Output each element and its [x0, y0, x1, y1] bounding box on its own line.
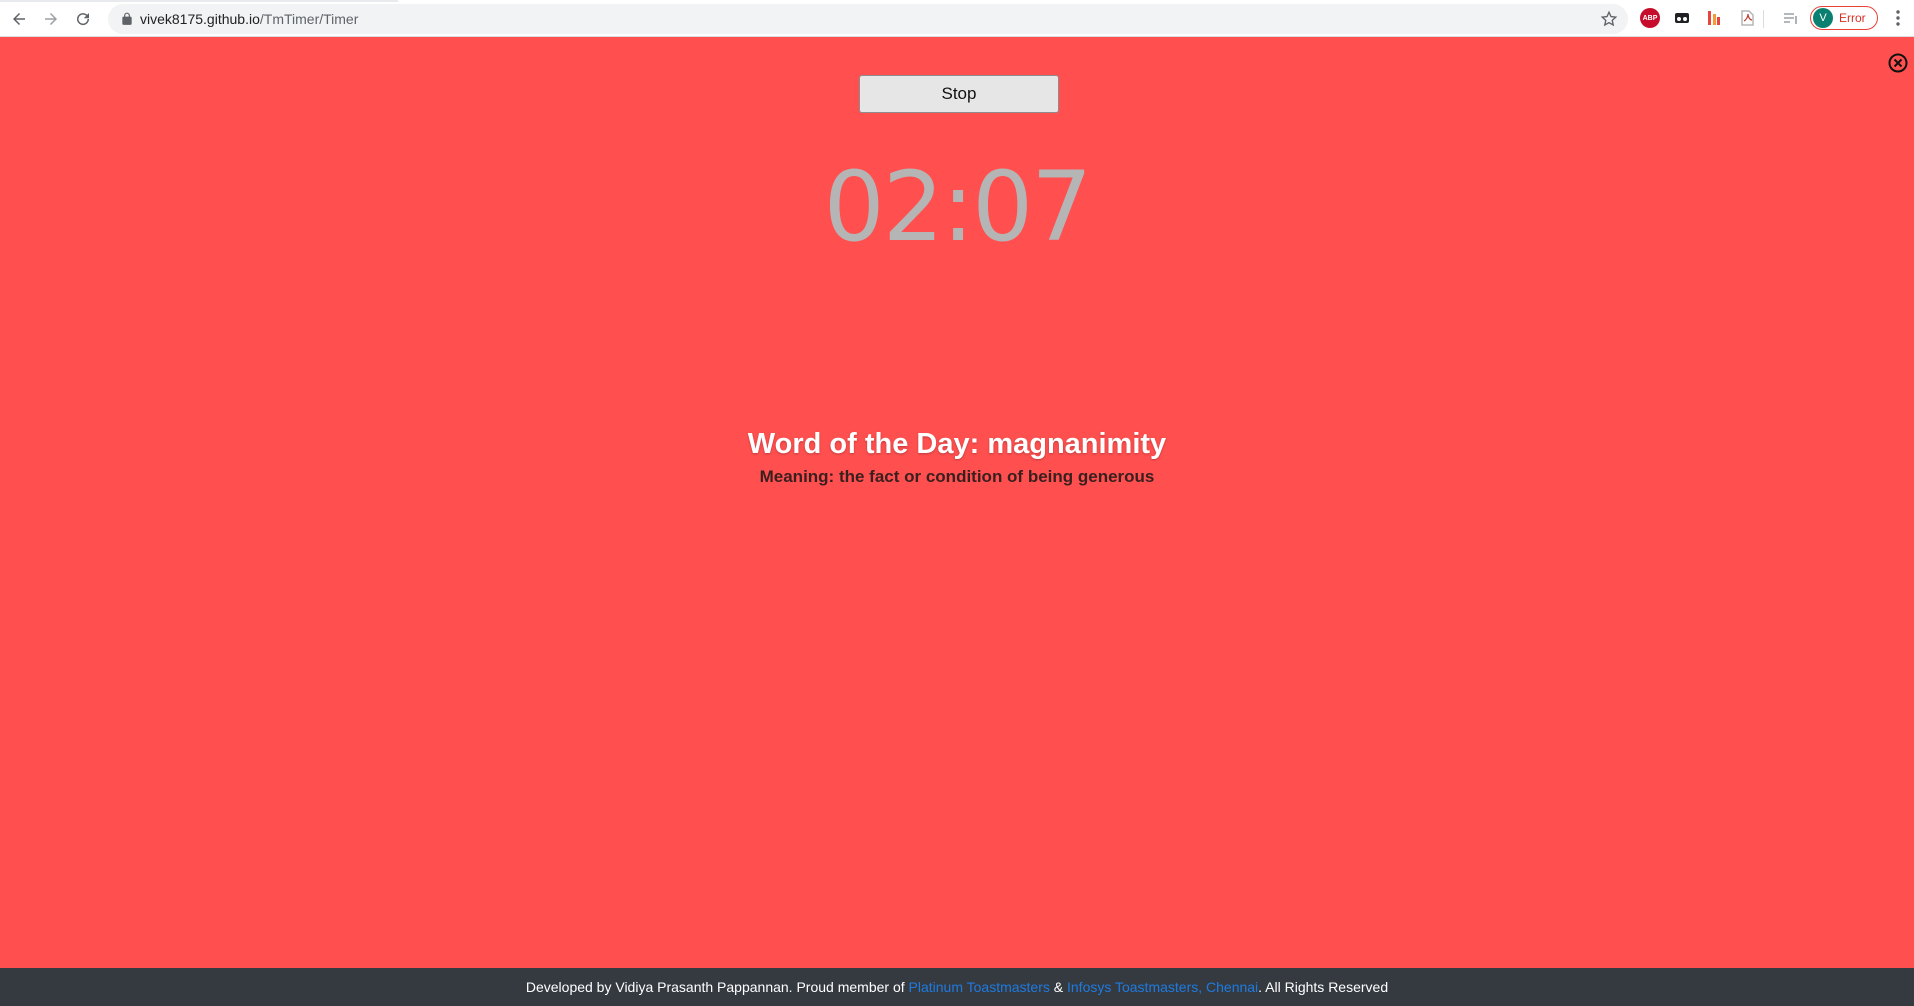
infosys-toastmasters-link[interactable]: Infosys Toastmasters, Chennai — [1067, 979, 1258, 995]
word-meaning: Meaning: the fact or condition of being … — [759, 467, 1155, 486]
arrow-left-icon — [13, 13, 25, 25]
lock-icon — [122, 12, 132, 25]
profile-button[interactable]: V Error — [1810, 6, 1878, 30]
footer: Developed by Vidiya Prasanth Pappannan. … — [0, 968, 1914, 1006]
reload-button[interactable] — [70, 6, 96, 32]
pdf-glyph — [1741, 10, 1754, 26]
platinum-toastmasters-link[interactable]: Platinum Toastmasters — [909, 979, 1050, 995]
adblock-plus-icon[interactable]: ABP — [1640, 8, 1660, 28]
app-extension-icon[interactable] — [1704, 8, 1724, 28]
avatar: V — [1813, 8, 1833, 28]
stop-button[interactable]: Stop — [859, 75, 1059, 113]
footer-rights-text: . All Rights Reserved — [1258, 979, 1389, 995]
app-glyph — [1708, 11, 1720, 25]
footer-credit-text: Developed by Vidiya Prasanth Pappannan. … — [525, 979, 909, 995]
browser-toolbar: vivek8175.github.io/TmTimer/Timer ABP V … — [0, 0, 1914, 37]
timer-display: 02:07 — [823, 151, 1093, 263]
footer-ampersand: & — [1049, 979, 1067, 995]
address-bar[interactable]: vivek8175.github.io/TmTimer/Timer — [108, 4, 1628, 34]
close-icon[interactable] — [1888, 53, 1908, 73]
mask-glyph — [1675, 13, 1689, 23]
arrow-right-icon — [45, 13, 57, 25]
more-menu-icon[interactable] — [1890, 8, 1906, 28]
toolbar-separator — [1763, 10, 1764, 28]
queue-glyph — [1784, 13, 1797, 24]
profile-status-label: Error — [1839, 11, 1866, 25]
url-text[interactable]: vivek8175.github.io/TmTimer/Timer — [140, 4, 358, 34]
reading-queue-icon[interactable] — [1781, 8, 1801, 28]
kebab-icon — [1896, 10, 1900, 26]
incognito-mask-icon[interactable] — [1672, 8, 1692, 28]
bookmark-star-icon[interactable] — [1600, 10, 1618, 28]
timer-page: Stop 02:07 Word of the Day: magnanimity … — [0, 37, 1914, 968]
forward-button[interactable] — [38, 6, 64, 32]
url-path: /TmTimer/Timer — [259, 11, 359, 27]
word-of-the-day: Word of the Day: magnanimity — [747, 428, 1167, 460]
adblock-plus-label: ABP — [1642, 14, 1658, 22]
pdf-icon[interactable] — [1737, 8, 1757, 28]
back-button[interactable] — [6, 6, 32, 32]
reload-icon — [77, 13, 90, 26]
url-host: vivek8175.github.io — [140, 11, 260, 27]
tab-strip-edge — [0, 0, 398, 2]
